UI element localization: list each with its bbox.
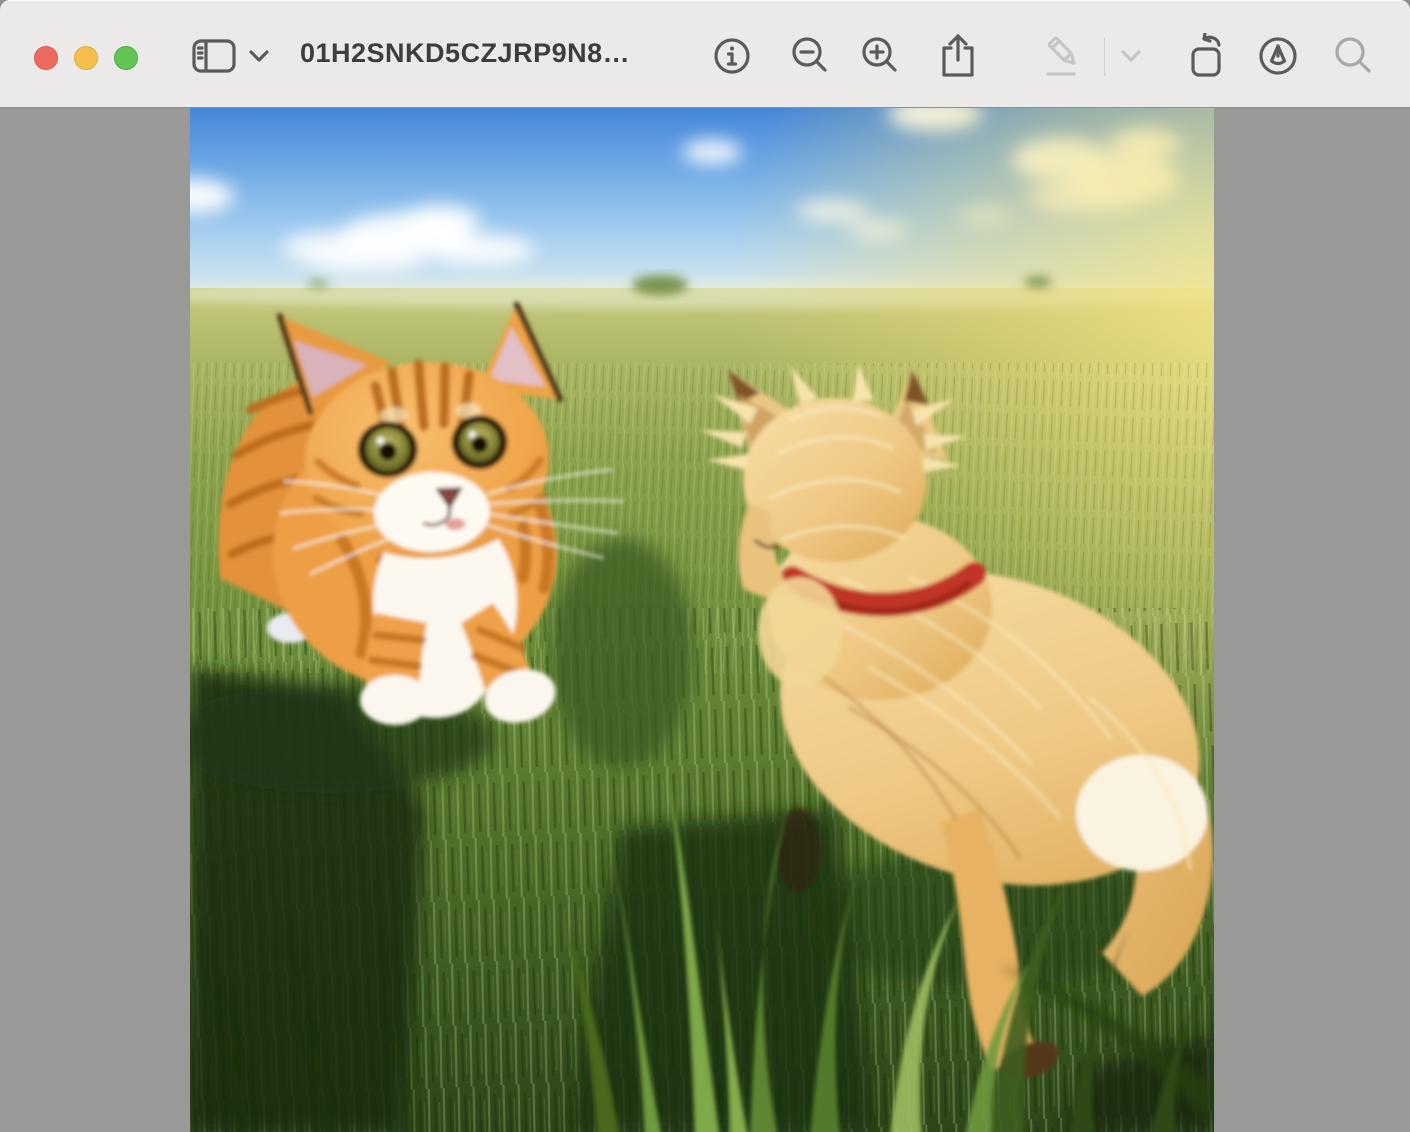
chevron-down-icon bbox=[249, 50, 269, 62]
rotate-left-icon bbox=[1185, 33, 1229, 79]
rotate-left-button[interactable] bbox=[1185, 30, 1229, 82]
close-button[interactable] bbox=[34, 46, 58, 70]
chevron-down-icon bbox=[1121, 50, 1141, 62]
pen-circle-icon bbox=[1256, 34, 1300, 78]
minimize-button[interactable] bbox=[74, 46, 98, 70]
sidebar-icon bbox=[192, 38, 236, 74]
zoom-window-button[interactable] bbox=[114, 46, 138, 70]
share-icon bbox=[937, 33, 979, 79]
image-canvas[interactable] bbox=[190, 108, 1214, 1132]
markup-button[interactable] bbox=[1256, 30, 1300, 82]
zoom-in-button[interactable] bbox=[858, 30, 902, 82]
annotate-pencil-button[interactable] bbox=[1042, 30, 1086, 82]
kitten-puppy-image bbox=[190, 108, 1214, 1132]
pencil-icon bbox=[1042, 33, 1086, 79]
toolbar-divider bbox=[1104, 38, 1105, 76]
info-button[interactable] bbox=[710, 30, 754, 82]
magnifier-plus-icon bbox=[860, 36, 900, 76]
zoom-out-button[interactable] bbox=[788, 30, 832, 82]
info-icon bbox=[712, 36, 752, 76]
annotate-chevron-button[interactable] bbox=[1114, 30, 1148, 82]
preview-window: 01H2SNKD5CZJRP9N8… bbox=[0, 0, 1410, 1132]
document-area bbox=[0, 108, 1410, 1132]
sidebar-toggle-button[interactable] bbox=[192, 30, 236, 82]
toolbar: 01H2SNKD5CZJRP9N8… bbox=[0, 0, 1410, 108]
sidebar-chevron-button[interactable] bbox=[244, 30, 274, 82]
search-icon bbox=[1332, 35, 1374, 77]
share-button[interactable] bbox=[936, 30, 980, 82]
window-title: 01H2SNKD5CZJRP9N8… bbox=[300, 0, 630, 107]
magnifier-minus-icon bbox=[790, 36, 830, 76]
search-button[interactable] bbox=[1331, 30, 1375, 82]
